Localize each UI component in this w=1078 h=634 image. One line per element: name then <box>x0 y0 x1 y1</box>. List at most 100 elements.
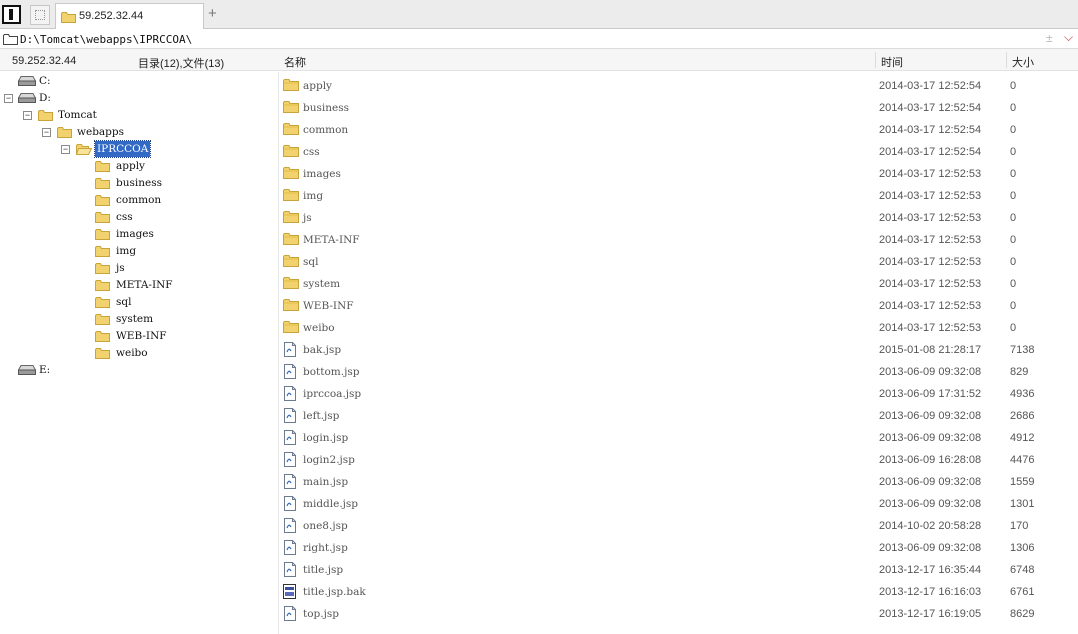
file-row[interactable]: css 2014-03-17 12:52:54 0 <box>279 141 1078 163</box>
folder-icon <box>95 280 110 291</box>
collapse-toggle[interactable]: − <box>42 128 51 137</box>
folder-icon <box>283 298 299 314</box>
folder-icon <box>283 122 299 138</box>
tree-label: C: <box>39 75 51 87</box>
file-row[interactable]: left.jsp 2013-06-09 09:32:08 2686 <box>279 405 1078 427</box>
file-icon <box>283 540 297 558</box>
file-row[interactable]: bottom.jsp 2013-06-09 09:32:08 829 <box>279 361 1078 383</box>
folder-icon <box>95 348 110 359</box>
tree-node-web-inf[interactable]: WEB-INF <box>0 328 270 344</box>
tree-label: E: <box>39 364 51 376</box>
file-row[interactable]: js 2014-03-17 12:52:53 0 <box>279 207 1078 229</box>
tree-node-business[interactable]: business <box>0 175 270 191</box>
tree-node-iprccoa[interactable]: − IPRCCOA <box>0 140 270 158</box>
file-size: 6761 <box>1010 586 1035 598</box>
file-row[interactable]: images 2014-03-17 12:52:53 0 <box>279 163 1078 185</box>
file-row[interactable]: login.jsp 2013-06-09 09:32:08 4912 <box>279 427 1078 449</box>
file-icon <box>283 364 297 382</box>
file-time: 2014-03-17 12:52:53 <box>879 212 982 224</box>
file-name: middle.jsp <box>303 498 359 510</box>
file-time: 2013-06-09 17:31:52 <box>879 388 982 400</box>
file-row[interactable]: common 2014-03-17 12:52:54 0 <box>279 119 1078 141</box>
chevron-down-icon[interactable]: ⌵ <box>1064 30 1073 45</box>
tree-node-sql[interactable]: sql <box>0 294 270 310</box>
path-bar[interactable]: D:\Tomcat\webapps\IPRCCOA\ ± ⌵ <box>0 29 1078 49</box>
file-row[interactable]: business 2014-03-17 12:52:54 0 <box>279 97 1078 119</box>
file-row[interactable]: WEB-INF 2014-03-17 12:52:53 0 <box>279 295 1078 317</box>
panel-toggle-button[interactable] <box>2 5 21 24</box>
file-row[interactable]: login2.jsp 2013-06-09 16:28:08 4476 <box>279 449 1078 471</box>
file-row[interactable]: system 2014-03-17 12:52:53 0 <box>279 273 1078 295</box>
file-row[interactable]: top.jsp 2013-12-17 16:19:05 8629 <box>279 603 1078 625</box>
file-row[interactable]: apply 2014-03-17 12:52:54 0 <box>279 75 1078 97</box>
folder-tree: C: − D: − Tomcat − webapps − IPRCCOA app… <box>0 72 278 634</box>
file-size: 8629 <box>1010 608 1035 620</box>
tree-node-d-drive[interactable]: − D: <box>0 90 270 106</box>
tree-node-apply[interactable]: apply <box>0 158 270 174</box>
file-size: 1559 <box>1010 476 1035 488</box>
new-tab-button[interactable]: + <box>208 5 222 22</box>
column-divider[interactable] <box>1006 52 1007 68</box>
file-name: one8.jsp <box>303 520 348 532</box>
tree-node-webapps[interactable]: − webapps <box>0 124 270 140</box>
expand-icon[interactable]: ± <box>1046 31 1053 45</box>
tree-node-tomcat[interactable]: − Tomcat <box>0 107 270 123</box>
file-row[interactable]: weibo 2014-03-17 12:52:53 0 <box>279 317 1078 339</box>
file-row[interactable]: middle.jsp 2013-06-09 09:32:08 1301 <box>279 493 1078 515</box>
tree-node-common[interactable]: common <box>0 192 270 208</box>
tree-node-css[interactable]: css <box>0 209 270 225</box>
tree-node-c-drive[interactable]: C: <box>0 73 270 89</box>
file-row[interactable]: right.jsp 2013-06-09 09:32:08 1306 <box>279 537 1078 559</box>
tree-label: sql <box>116 296 132 308</box>
file-row[interactable]: sql 2014-03-17 12:52:53 0 <box>279 251 1078 273</box>
file-name: META-INF <box>303 234 360 246</box>
column-header-time[interactable]: 时间 <box>881 54 903 70</box>
file-size: 6748 <box>1010 564 1035 576</box>
item-count: 目录(12),文件(13) <box>138 58 225 70</box>
file-size: 0 <box>1010 278 1017 290</box>
column-header-size[interactable]: 大小 <box>1012 54 1034 70</box>
file-row[interactable]: META-INF 2014-03-17 12:52:53 0 <box>279 229 1078 251</box>
file-row[interactable]: one8.jsp 2014-10-02 20:58:28 170 <box>279 515 1078 537</box>
tree-node-js[interactable]: js <box>0 260 270 276</box>
tree-node-images[interactable]: images <box>0 226 270 242</box>
file-time: 2014-03-17 12:52:54 <box>879 102 982 114</box>
tree-node-weibo[interactable]: weibo <box>0 345 270 361</box>
layout-button[interactable] <box>30 5 50 25</box>
tree-label: weibo <box>116 347 148 359</box>
file-row[interactable]: main.jsp 2013-06-09 09:32:08 1559 <box>279 471 1078 493</box>
file-size: 0 <box>1010 256 1017 268</box>
tree-label: apply <box>116 160 145 172</box>
file-row[interactable]: title.jsp.bak 2013-12-17 16:16:03 6761 <box>279 581 1078 603</box>
column-header-name[interactable]: 名称 <box>284 54 306 70</box>
tree-node-img[interactable]: img <box>0 243 270 259</box>
column-divider[interactable] <box>875 52 876 68</box>
file-size: 170 <box>1010 520 1029 532</box>
list-header: 59.252.32.44 目录(12),文件(13) 名称 时间 大小 <box>0 49 1078 71</box>
layout-icon <box>35 10 45 20</box>
tree-label: Tomcat <box>58 109 97 121</box>
file-row[interactable]: bak.jsp 2015-01-08 21:28:17 7138 <box>279 339 1078 361</box>
path-input[interactable]: D:\Tomcat\webapps\IPRCCOA\ <box>20 33 192 46</box>
file-name: css <box>303 146 320 158</box>
file-time: 2014-03-17 12:52:53 <box>879 278 982 290</box>
tree-label: images <box>116 228 154 240</box>
tree-label: webapps <box>77 126 125 138</box>
file-row[interactable]: title.jsp 2013-12-17 16:35:44 6748 <box>279 559 1078 581</box>
file-icon <box>283 386 297 404</box>
tree-node-system[interactable]: system <box>0 311 270 327</box>
tab-host[interactable]: 59.252.32.44 <box>55 3 204 29</box>
tree-node-e-drive[interactable]: E: <box>0 362 270 378</box>
tree-node-meta-inf[interactable]: META-INF <box>0 277 270 293</box>
file-row[interactable]: iprccoa.jsp 2013-06-09 17:31:52 4936 <box>279 383 1078 405</box>
collapse-toggle[interactable]: − <box>4 94 13 103</box>
file-size: 4912 <box>1010 432 1035 444</box>
collapse-toggle[interactable]: − <box>23 111 32 120</box>
file-row[interactable]: img 2014-03-17 12:52:53 0 <box>279 185 1078 207</box>
file-name: login2.jsp <box>303 454 355 466</box>
folder-icon <box>95 195 110 206</box>
file-size: 1306 <box>1010 542 1035 554</box>
folder-icon <box>95 212 110 223</box>
collapse-toggle[interactable]: − <box>61 145 70 154</box>
file-icon <box>283 342 297 360</box>
